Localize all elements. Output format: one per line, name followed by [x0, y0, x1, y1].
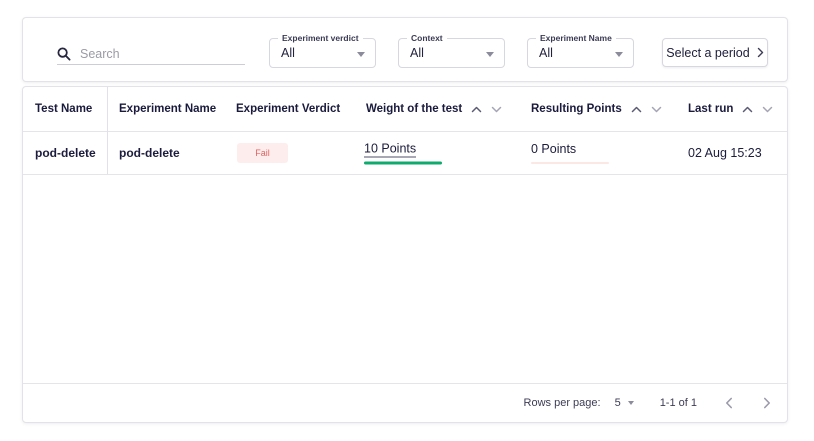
chevron-up-icon — [471, 106, 482, 113]
sort-ascending-last-run-button[interactable] — [742, 106, 753, 113]
table-footer: Rows per page: 5 1-1 of 1 — [23, 383, 787, 422]
column-header-last-run-label: Last run — [688, 103, 733, 115]
weight-progress-bar — [364, 162, 442, 165]
select-label: Context — [407, 33, 447, 43]
previous-page-button[interactable] — [723, 395, 735, 411]
rows-per-page-value: 5 — [615, 397, 621, 409]
cell-experiment-name: pod-delete — [119, 146, 180, 160]
sort-ascending-points-button[interactable] — [631, 106, 642, 113]
sort-ascending-weight-button[interactable] — [471, 106, 482, 113]
pagination-range: 1-1 of 1 — [660, 397, 697, 409]
verdict-badge: Fail — [237, 143, 288, 163]
select-label: Experiment verdict — [278, 33, 363, 43]
select-period-label: Select a period — [666, 46, 749, 60]
rows-per-page-select[interactable]: 5 — [615, 397, 634, 409]
chevron-down-icon — [651, 106, 662, 113]
caret-down-icon — [357, 52, 365, 57]
cell-weight: 10 Points — [364, 142, 442, 165]
context-select[interactable]: Context All — [398, 38, 505, 68]
column-header-weight: Weight of the test — [366, 103, 502, 115]
resulting-points-progress-bar — [531, 162, 609, 164]
chevron-up-icon — [631, 106, 642, 113]
resulting-points-value: 0 Points — [531, 142, 576, 158]
chevron-up-icon — [742, 106, 753, 113]
select-value: All — [281, 46, 295, 60]
cell-resulting-points: 0 Points — [531, 142, 609, 164]
cell-last-run: 02 Aug 15:23 — [688, 146, 762, 160]
results-table-card: Test Name Experiment Name Experiment Ver… — [22, 86, 788, 423]
weight-value: 10 Points — [364, 142, 416, 158]
chevron-down-icon — [762, 106, 773, 113]
chevron-left-icon — [725, 397, 733, 409]
column-header-test-name: Test Name — [35, 103, 92, 115]
column-header-weight-label: Weight of the test — [366, 103, 462, 115]
search-icon — [57, 47, 71, 61]
caret-down-icon — [628, 401, 634, 405]
chevron-right-icon — [757, 47, 764, 58]
search-field[interactable] — [57, 44, 245, 65]
select-value: All — [539, 46, 553, 60]
column-header-last-run: Last run — [688, 103, 773, 115]
next-page-button[interactable] — [761, 395, 773, 411]
experiment-verdict-select[interactable]: Experiment verdict All — [269, 38, 376, 68]
select-period-button[interactable]: Select a period — [662, 38, 768, 67]
column-header-resulting-points-label: Resulting Points — [531, 103, 622, 115]
rows-per-page-label: Rows per page: — [524, 397, 601, 409]
column-header-resulting-points: Resulting Points — [531, 103, 662, 115]
sort-descending-last-run-button[interactable] — [762, 106, 773, 113]
caret-down-icon — [486, 52, 494, 57]
caret-down-icon — [615, 52, 623, 57]
column-header-experiment-verdict: Experiment Verdict — [236, 103, 340, 115]
sort-descending-points-button[interactable] — [651, 106, 662, 113]
column-header-experiment-name: Experiment Name — [119, 103, 216, 115]
select-label: Experiment Name — [536, 33, 616, 43]
search-input[interactable] — [80, 47, 245, 61]
sort-descending-weight-button[interactable] — [491, 106, 502, 113]
table-header-row: Test Name Experiment Name Experiment Ver… — [23, 87, 787, 132]
experiment-results-page: Experiment verdict All Context All Exper… — [0, 0, 814, 441]
cell-test-name: pod-delete — [35, 146, 96, 160]
chevron-down-icon — [491, 106, 502, 113]
table-row[interactable]: pod-delete pod-delete Fail 10 Points 0 P… — [23, 132, 787, 175]
filter-bar: Experiment verdict All Context All Exper… — [22, 17, 788, 82]
chevron-right-icon — [763, 397, 771, 409]
experiment-name-select[interactable]: Experiment Name All — [527, 38, 634, 68]
select-value: All — [410, 46, 424, 60]
